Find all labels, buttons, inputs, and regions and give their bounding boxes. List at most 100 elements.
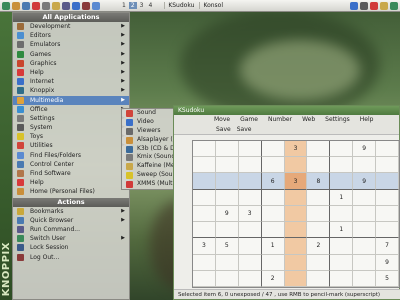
sudoku-cell[interactable]: [307, 157, 331, 174]
sudoku-cell[interactable]: 9: [353, 173, 377, 190]
sudoku-cell[interactable]: 1: [330, 189, 354, 206]
menu-item-system[interactable]: System▶: [13, 123, 129, 132]
files-icon[interactable]: [52, 1, 60, 10]
menu-item-lock-session[interactable]: Lock Session: [13, 243, 129, 252]
sudoku-cell[interactable]: [307, 189, 331, 206]
sudoku-cell[interactable]: [307, 222, 331, 239]
sudoku-cell[interactable]: [261, 205, 285, 223]
browser-icon[interactable]: [22, 1, 30, 10]
sudoku-cell[interactable]: [330, 205, 354, 223]
sudoku-cell[interactable]: [238, 238, 262, 255]
sudoku-cell[interactable]: 1: [330, 222, 354, 239]
sudoku-cell[interactable]: [238, 173, 262, 190]
sudoku-cell[interactable]: [193, 205, 216, 223]
sudoku-cell[interactable]: [330, 141, 354, 158]
sudoku-cell[interactable]: [261, 222, 285, 239]
k-menu-icon[interactable]: [2, 1, 10, 10]
menu-item-graphics[interactable]: Graphics ▶: [13, 59, 129, 68]
terminal-icon[interactable]: [32, 1, 40, 10]
sudoku-cell[interactable]: [238, 270, 262, 287]
sudoku-cell[interactable]: [284, 222, 308, 239]
menu-item-development[interactable]: Development ▶: [13, 22, 129, 31]
desktop-2[interactable]: 2: [128, 2, 137, 9]
sudoku-cell[interactable]: [353, 222, 377, 239]
sudoku-cell[interactable]: [284, 270, 308, 287]
network-icon[interactable]: [72, 1, 80, 10]
sudoku-cell[interactable]: [330, 270, 354, 287]
sudoku-cell[interactable]: [193, 173, 216, 190]
sudoku-cell[interactable]: [238, 141, 262, 158]
menu-item-switch-user[interactable]: Switch User ▶: [13, 234, 129, 243]
settings-icon[interactable]: [42, 1, 50, 10]
network-icon[interactable]: [350, 1, 358, 10]
sudoku-cell[interactable]: [376, 141, 399, 158]
home-icon[interactable]: [12, 1, 20, 10]
flag-icon[interactable]: [370, 1, 378, 10]
sudoku-cell[interactable]: [353, 238, 377, 255]
sudoku-cell[interactable]: [215, 254, 239, 271]
sudoku-cell[interactable]: [238, 189, 262, 206]
menu-item-knoppix[interactable]: Knoppix ▶: [13, 86, 129, 95]
sudoku-cell[interactable]: [261, 254, 285, 271]
sudoku-cell[interactable]: [215, 141, 239, 158]
sudoku-cell[interactable]: [353, 189, 377, 206]
sudoku-cell[interactable]: [330, 238, 354, 255]
sudoku-cell[interactable]: 9: [376, 254, 399, 271]
toolbar-save-button[interactable]: Save: [237, 125, 252, 134]
menu-item-bookmarks[interactable]: Bookmarks ▶: [13, 207, 129, 216]
sudoku-cell[interactable]: [307, 141, 331, 158]
sudoku-cell[interactable]: [261, 157, 285, 174]
search-icon[interactable]: [92, 1, 100, 10]
sudoku-cell[interactable]: [193, 222, 216, 239]
menu-item-toys[interactable]: Toys▶: [13, 132, 129, 141]
sudoku-cell[interactable]: [353, 205, 377, 223]
updates-icon[interactable]: [390, 1, 398, 10]
clipboard-icon[interactable]: [380, 1, 388, 10]
sudoku-cell[interactable]: 9: [353, 141, 377, 158]
menu-item-run-command[interactable]: Run Command...: [13, 225, 129, 234]
sudoku-cell[interactable]: [238, 222, 262, 239]
sudoku-cell[interactable]: 3: [193, 238, 216, 255]
menu-item-editors[interactable]: Editors ▶: [13, 31, 129, 40]
toolbar-save-button[interactable]: Save: [216, 125, 231, 134]
sudoku-cell[interactable]: [284, 157, 308, 174]
sudoku-cell[interactable]: 2: [307, 238, 331, 255]
menu-item-home-personal-files[interactable]: Home (Personal Files): [13, 187, 129, 196]
sudoku-cell[interactable]: [215, 222, 239, 239]
sudoku-cell[interactable]: [376, 222, 399, 239]
sudoku-cell[interactable]: [215, 173, 239, 190]
sudoku-cell[interactable]: [193, 189, 216, 206]
task-konsole[interactable]: Konsol: [199, 2, 226, 9]
sudoku-cell[interactable]: 1: [261, 238, 285, 255]
window-title[interactable]: KSudoku: [174, 106, 399, 115]
sudoku-cell[interactable]: [376, 173, 399, 190]
sudoku-cell[interactable]: 6: [261, 173, 285, 190]
sudoku-cell[interactable]: [330, 254, 354, 271]
sudoku-cell[interactable]: 8: [307, 173, 331, 190]
sudoku-cell[interactable]: 5: [376, 270, 399, 287]
menu-web[interactable]: Web: [302, 115, 315, 125]
menu-item-office[interactable]: Office▶: [13, 105, 129, 114]
sudoku-cell[interactable]: 3: [238, 205, 262, 223]
sudoku-cell[interactable]: [238, 254, 262, 271]
menu-item-emulators[interactable]: Emulators ▶: [13, 40, 129, 49]
sudoku-cell[interactable]: [193, 254, 216, 271]
sudoku-cell[interactable]: [376, 189, 399, 206]
menu-item-internet[interactable]: Internet ▶: [13, 77, 129, 86]
menu-item-find-files-folders[interactable]: Find Files/Folders: [13, 151, 129, 160]
menu-item-log-out[interactable]: Log Out...: [13, 253, 129, 262]
speaker-icon[interactable]: [360, 1, 368, 10]
menu-item-utilities[interactable]: Utilities▶: [13, 141, 129, 150]
sudoku-cell[interactable]: [284, 238, 308, 255]
menu-item-control-center[interactable]: Control Center: [13, 160, 129, 169]
sudoku-cell[interactable]: 5: [215, 238, 239, 255]
sudoku-cell[interactable]: [238, 157, 262, 174]
menu-item-games[interactable]: Games ▶: [13, 50, 129, 59]
sudoku-cell[interactable]: [215, 189, 239, 206]
menu-item-find-software[interactable]: Find Software: [13, 169, 129, 178]
menu-item-help[interactable]: Help ▶: [13, 68, 129, 77]
sudoku-cell[interactable]: 7: [376, 238, 399, 255]
task-ksudoku[interactable]: KSudoku: [164, 2, 197, 9]
sudoku-cell[interactable]: [215, 270, 239, 287]
sudoku-cell[interactable]: [284, 205, 308, 223]
